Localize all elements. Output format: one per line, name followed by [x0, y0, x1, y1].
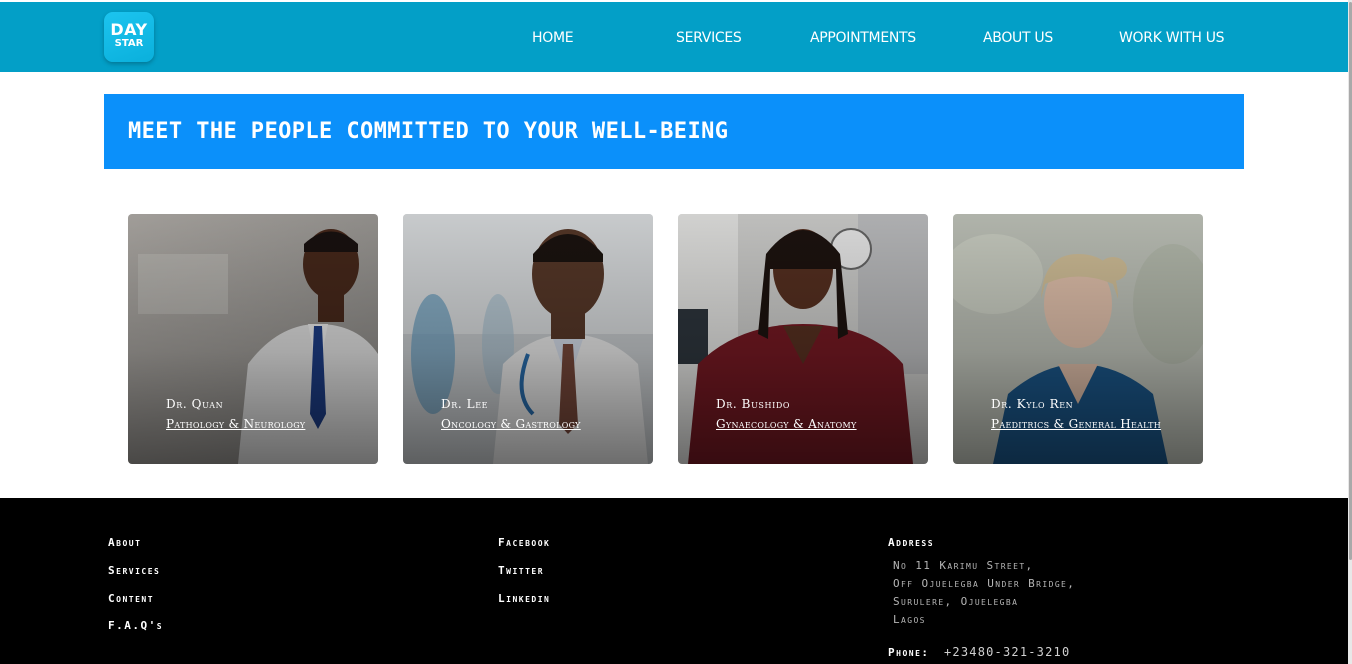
logo-line-2: STAR [114, 38, 144, 49]
address-title: Address [888, 536, 935, 549]
doctor-card-quan[interactable]: Dr. Quan Pathology & Neurology [128, 214, 378, 464]
hero-title: MEET THE PEOPLE COMMITTED TO YOUR WELL-B… [128, 119, 729, 144]
doctor-card-bushido[interactable]: Dr. Bushido Gynaecology & Anatomy [678, 214, 928, 464]
doctor-name: Dr. Lee [441, 397, 489, 411]
address-line: Lagos [893, 613, 926, 626]
doctor-name: Dr. Kylo Ren [991, 397, 1074, 411]
phone-number: +23480-321-3210 [944, 645, 1071, 659]
nav-home[interactable]: HOME [532, 28, 574, 48]
doctor-specialty-link[interactable]: Paeditrics & General Health [991, 417, 1161, 431]
footer-link-about[interactable]: About [108, 536, 141, 549]
footer-link-faqs[interactable]: F.A.Q's [108, 619, 163, 632]
doctor-name: Dr. Quan [166, 397, 224, 411]
footer-link-facebook[interactable]: Facebook [498, 536, 550, 549]
footer-link-twitter[interactable]: Twitter [498, 564, 544, 577]
top-nav-bar: DAY STAR HOME SERVICES APPOINTMENTS ABOU… [0, 2, 1348, 72]
doctor-specialty-link[interactable]: Pathology & Neurology [166, 417, 305, 431]
footer-link-services[interactable]: Services [108, 564, 160, 577]
footer-link-content[interactable]: Content [108, 592, 154, 605]
doctor-specialty-link[interactable]: Oncology & Gastrology [441, 417, 581, 431]
daystar-logo[interactable]: DAY STAR [104, 12, 154, 62]
logo-line-1: DAY [110, 20, 148, 39]
address-line: Surulere, Ojuelegba [893, 595, 1019, 608]
phone-label: Phone: [888, 646, 930, 659]
address-line: No 11 Karimu Street, [893, 559, 1034, 572]
nav-services[interactable]: SERVICES [676, 28, 742, 48]
doctor-specialty-link[interactable]: Gynaecology & Anatomy [716, 417, 857, 431]
nav-appointments[interactable]: APPOINTMENTS [810, 28, 916, 48]
doctor-card-lee[interactable]: Dr. Lee Oncology & Gastrology [403, 214, 653, 464]
footer: About Services Content F.A.Q's Facebook … [0, 498, 1348, 664]
doctor-card-kylo-ren[interactable]: Dr. Kylo Ren Paeditrics & General Health [953, 214, 1203, 464]
doctor-name: Dr. Bushido [716, 397, 791, 411]
address-line: Off Ojuelegba Under Bridge, [893, 577, 1076, 590]
footer-link-linkedin[interactable]: Linkedin [498, 592, 550, 605]
nav-about-us[interactable]: ABOUT US [983, 28, 1053, 48]
hero-banner: MEET THE PEOPLE COMMITTED TO YOUR WELL-B… [104, 94, 1244, 169]
nav-work-with-us[interactable]: WORK WITH US [1119, 28, 1225, 48]
